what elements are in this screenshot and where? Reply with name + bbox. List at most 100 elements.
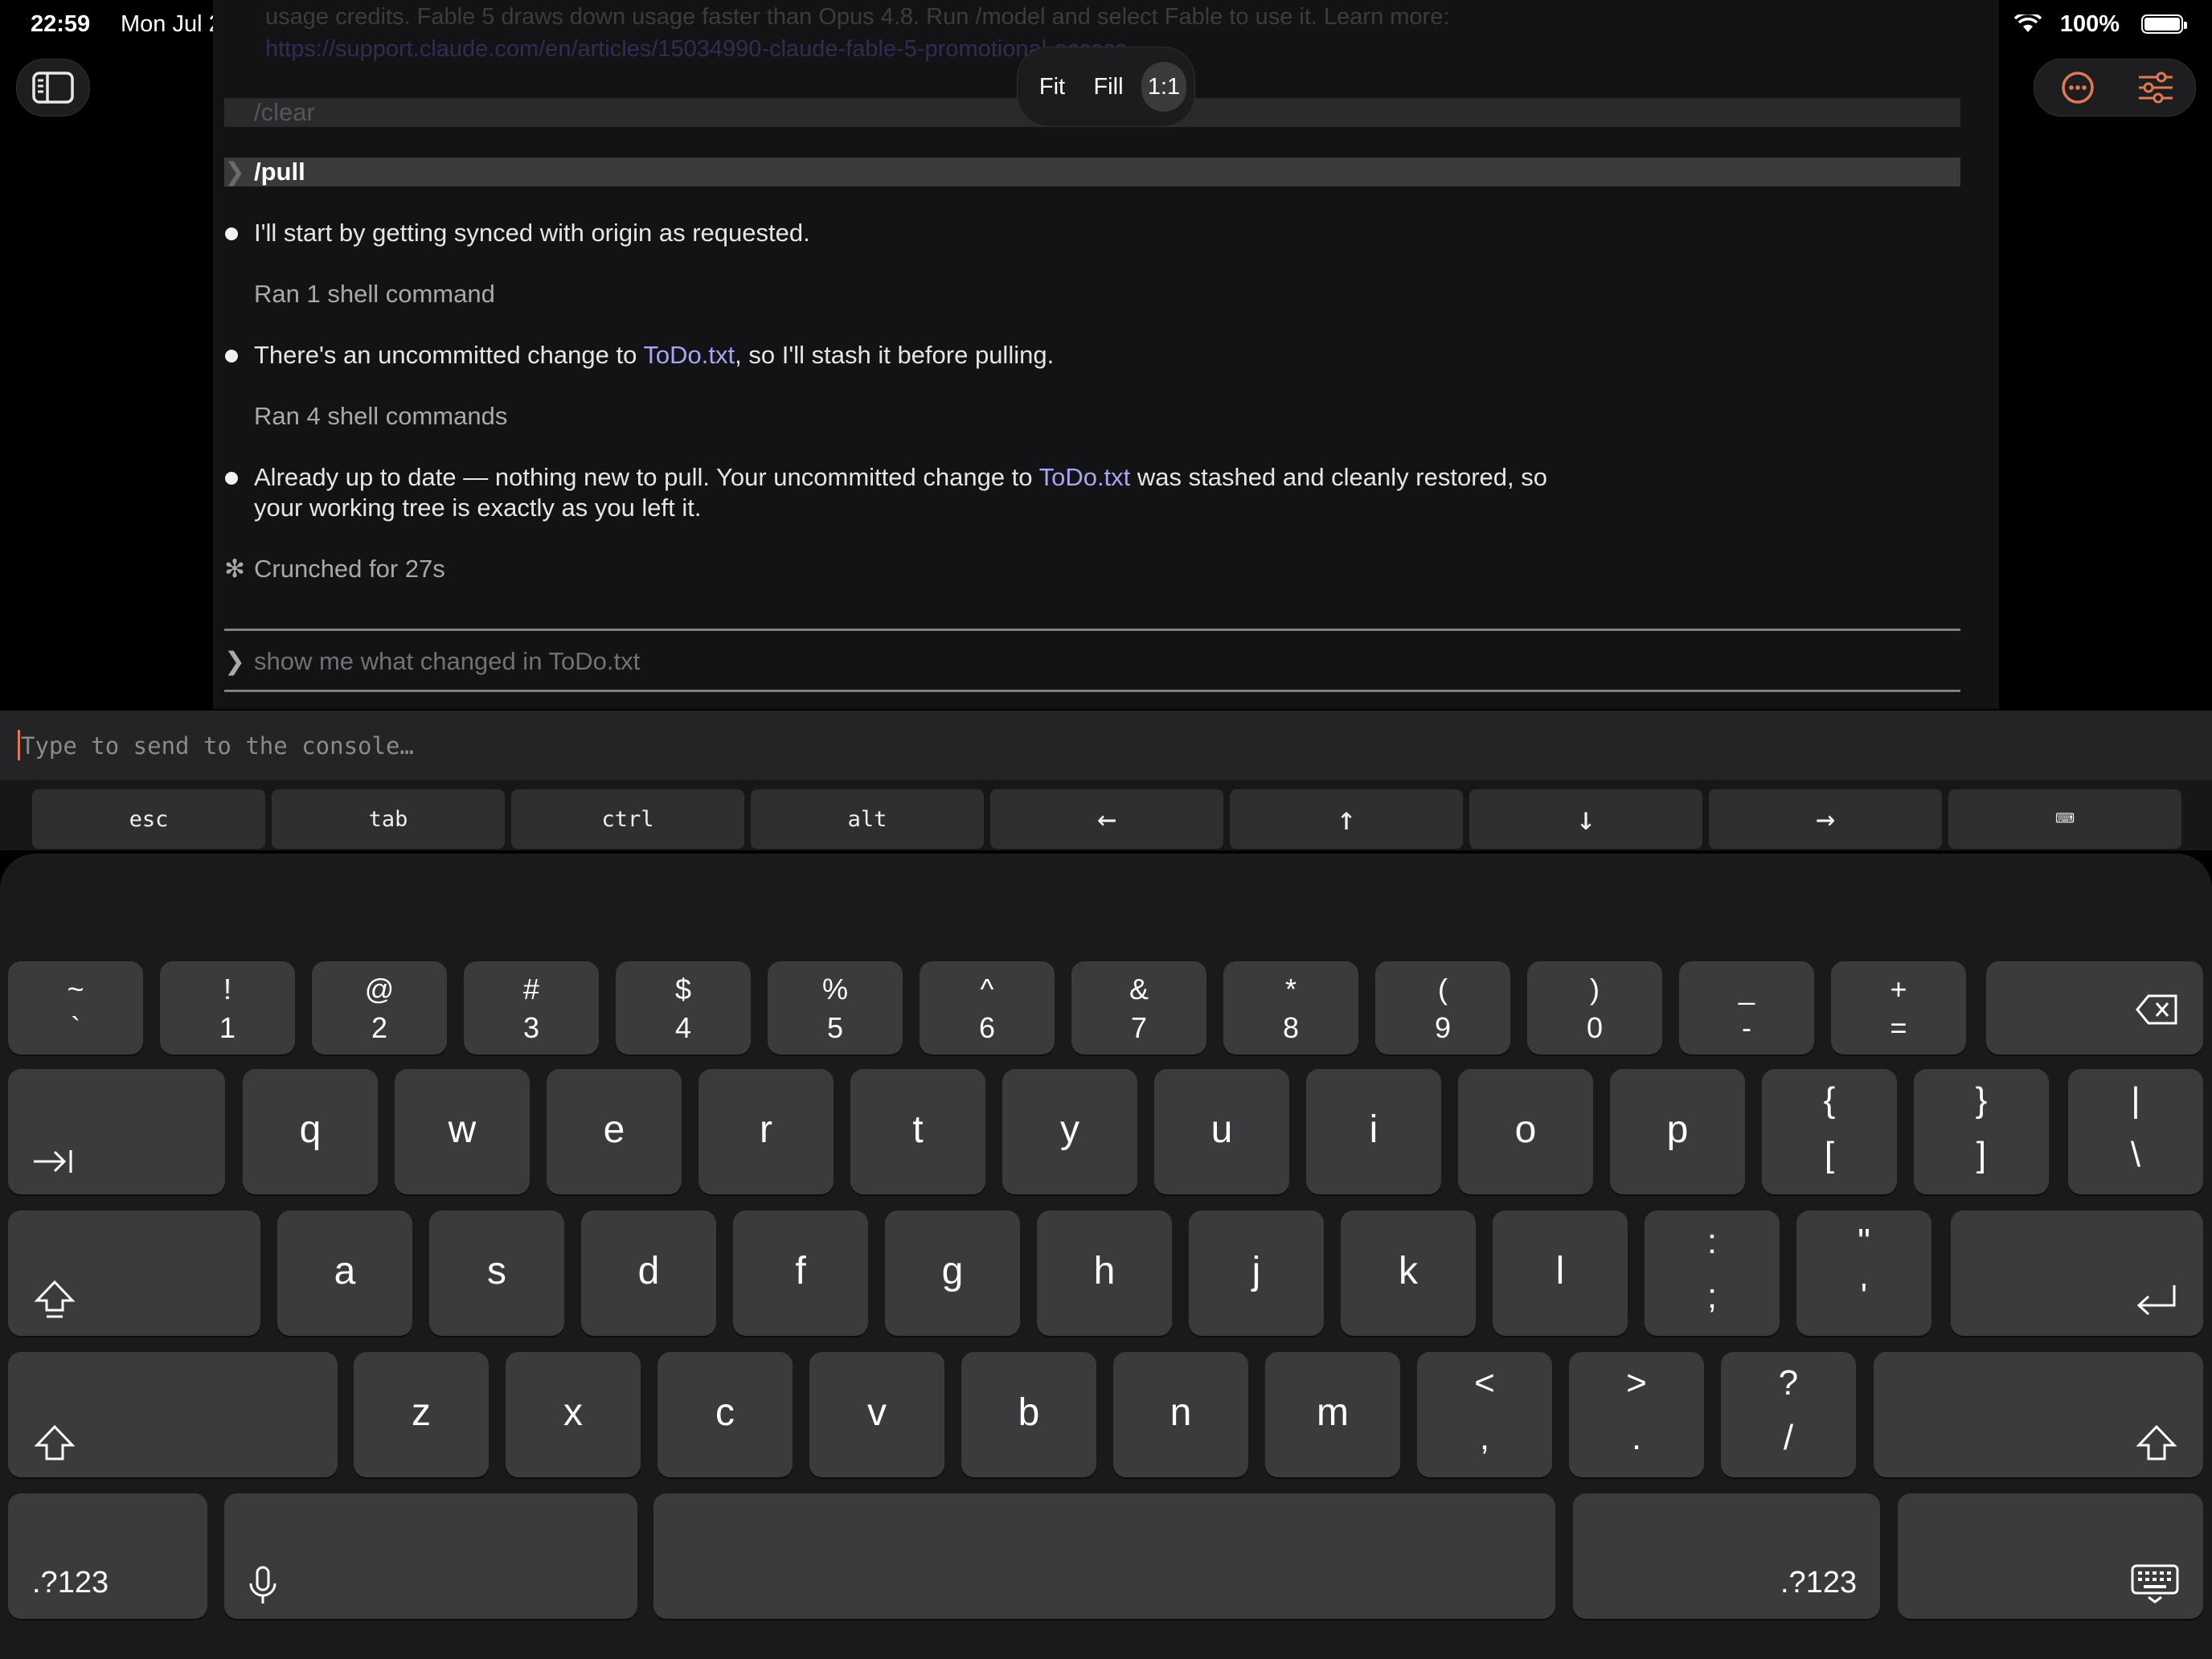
bullet-icon — [225, 472, 238, 485]
more-options-icon[interactable] — [2061, 71, 2095, 104]
tab-key[interactable] — [8, 1069, 225, 1194]
microphone-icon — [249, 1566, 276, 1604]
key-3[interactable]: #3 — [464, 961, 599, 1055]
tab-key[interactable]: tab — [272, 789, 505, 849]
key-minus[interactable]: _ - — [1679, 961, 1814, 1055]
alt-key[interactable]: alt — [751, 789, 984, 849]
assistant-line: There's an uncommitted change to ToDo.tx… — [254, 341, 1055, 369]
assistant-line: I'll start by getting synced with origin… — [254, 219, 810, 247]
wifi-icon — [2014, 14, 2042, 32]
assistant-line: Already up to date — nothing new to pull… — [254, 463, 1547, 491]
terminal-link[interactable]: https://support.claude.com/en/articles/1… — [265, 36, 1127, 63]
toolbar-group — [2034, 59, 2196, 117]
key-b[interactable]: b — [961, 1352, 1096, 1477]
caps-lock-icon — [34, 1280, 76, 1318]
prompt-suggestion[interactable]: show me what changed in ToDo.txt — [254, 647, 640, 676]
battery-percent: 100% — [2059, 11, 2120, 37]
key-d[interactable]: d — [581, 1210, 716, 1336]
key-k[interactable]: k — [1341, 1210, 1476, 1336]
arrow-right-key[interactable]: → — [1709, 789, 1942, 849]
numbers-mode-key-right[interactable]: .?123 — [1573, 1493, 1880, 1619]
key-9[interactable]: (9 — [1375, 961, 1510, 1055]
sidebar-icon — [32, 72, 74, 104]
backspace-key[interactable] — [1986, 961, 2203, 1055]
arrow-left-key[interactable]: ← — [990, 789, 1223, 849]
key-t[interactable]: t — [850, 1069, 985, 1194]
bullet-icon — [225, 350, 238, 363]
key-brace-right[interactable]: }] — [1914, 1069, 2049, 1194]
key-period[interactable]: >. — [1569, 1352, 1704, 1477]
key-comma[interactable]: <, — [1417, 1352, 1552, 1477]
zoom-fill-button[interactable]: Fill — [1082, 62, 1135, 112]
key-z[interactable]: z — [354, 1352, 489, 1477]
key-h[interactable]: h — [1037, 1210, 1172, 1336]
dictation-key[interactable] — [224, 1493, 637, 1619]
key-a[interactable]: a — [277, 1210, 412, 1336]
return-key[interactable] — [1951, 1210, 2203, 1336]
key-tilde[interactable]: ~ ` — [8, 961, 143, 1055]
key-p[interactable]: p — [1610, 1069, 1745, 1194]
key-j[interactable]: j — [1189, 1210, 1324, 1336]
shift-left-key[interactable] — [8, 1352, 338, 1477]
console-input[interactable] — [19, 727, 2193, 765]
key-y[interactable]: y — [1002, 1069, 1137, 1194]
key-l[interactable]: l — [1493, 1210, 1628, 1336]
input-divider — [224, 629, 1960, 631]
key-i[interactable]: i — [1306, 1069, 1441, 1194]
key-u[interactable]: u — [1154, 1069, 1289, 1194]
arrow-up-key[interactable]: ↑ — [1230, 789, 1463, 849]
keyboard-dismiss-key[interactable]: ⌨ — [1948, 789, 2181, 849]
key-c[interactable]: c — [657, 1352, 793, 1477]
backspace-icon — [2136, 994, 2177, 1025]
terminal-line: usage credits. Fable 5 draws down usage … — [265, 4, 1450, 30]
key-semicolon[interactable]: :; — [1645, 1210, 1780, 1336]
key-v[interactable]: v — [809, 1352, 944, 1477]
ctrl-key[interactable]: ctrl — [511, 789, 744, 849]
key-m[interactable]: m — [1265, 1352, 1400, 1477]
key-s[interactable]: s — [429, 1210, 564, 1336]
key-q[interactable]: q — [243, 1069, 378, 1194]
key-g[interactable]: g — [885, 1210, 1020, 1336]
accessory-key-row: esc tab ctrl alt ← ↑ ↓ → ⌨ — [0, 780, 2212, 850]
key-7[interactable]: & 7 — [1071, 961, 1206, 1055]
tool-summary[interactable]: Ran 1 shell command — [254, 280, 495, 309]
pull-command-bar — [224, 158, 1960, 186]
key-e[interactable]: e — [547, 1069, 682, 1194]
key-brace-left[interactable]: {[ — [1762, 1069, 1897, 1194]
tool-summary[interactable]: Ran 4 shell commands — [254, 402, 507, 431]
file-link: ToDo.txt — [1038, 463, 1131, 491]
key-f[interactable]: f — [733, 1210, 868, 1336]
arrow-down-key[interactable]: ↓ — [1469, 789, 1702, 849]
key-6[interactable]: ^ 6 — [920, 961, 1055, 1055]
key-n[interactable]: n — [1113, 1352, 1248, 1477]
key-8[interactable]: * 8 — [1223, 961, 1358, 1055]
esc-key[interactable]: esc — [32, 789, 265, 849]
key-slash[interactable]: ? / — [1721, 1352, 1856, 1477]
key-r[interactable]: r — [698, 1069, 834, 1194]
key-equals[interactable]: + = — [1831, 961, 1966, 1055]
zoom-fit-button[interactable]: Fit — [1029, 62, 1075, 112]
key-4[interactable]: $4 — [616, 961, 751, 1055]
file-link: ToDo.txt — [643, 341, 735, 369]
sidebar-toggle-button[interactable] — [16, 59, 90, 117]
numbers-mode-key[interactable]: .?123 — [8, 1493, 207, 1619]
key-1[interactable]: ! 1 — [160, 961, 295, 1055]
shift-icon — [34, 1424, 76, 1460]
key-o[interactable]: o — [1458, 1069, 1593, 1194]
key-backslash[interactable]: | \ — [2068, 1069, 2203, 1194]
space-key[interactable] — [653, 1493, 1555, 1619]
bullet-icon — [225, 227, 238, 240]
settings-sliders-icon[interactable] — [2137, 71, 2174, 104]
hide-keyboard-key[interactable] — [1898, 1493, 2203, 1619]
key-0[interactable]: ) 0 — [1527, 961, 1662, 1055]
shift-right-key[interactable] — [1874, 1352, 2203, 1477]
key-w[interactable]: w — [395, 1069, 530, 1194]
key-2[interactable]: @2 — [312, 961, 447, 1055]
key-x[interactable]: x — [506, 1352, 641, 1477]
pull-command: /pull — [254, 158, 305, 186]
shift-lock-key[interactable] — [8, 1210, 260, 1336]
zoom-1to1-button[interactable]: 1:1 — [1141, 62, 1186, 112]
key-quote[interactable]: " ' — [1796, 1210, 1931, 1336]
assistant-line: your working tree is exactly as you left… — [254, 494, 702, 522]
key-5[interactable]: % 5 — [768, 961, 903, 1055]
